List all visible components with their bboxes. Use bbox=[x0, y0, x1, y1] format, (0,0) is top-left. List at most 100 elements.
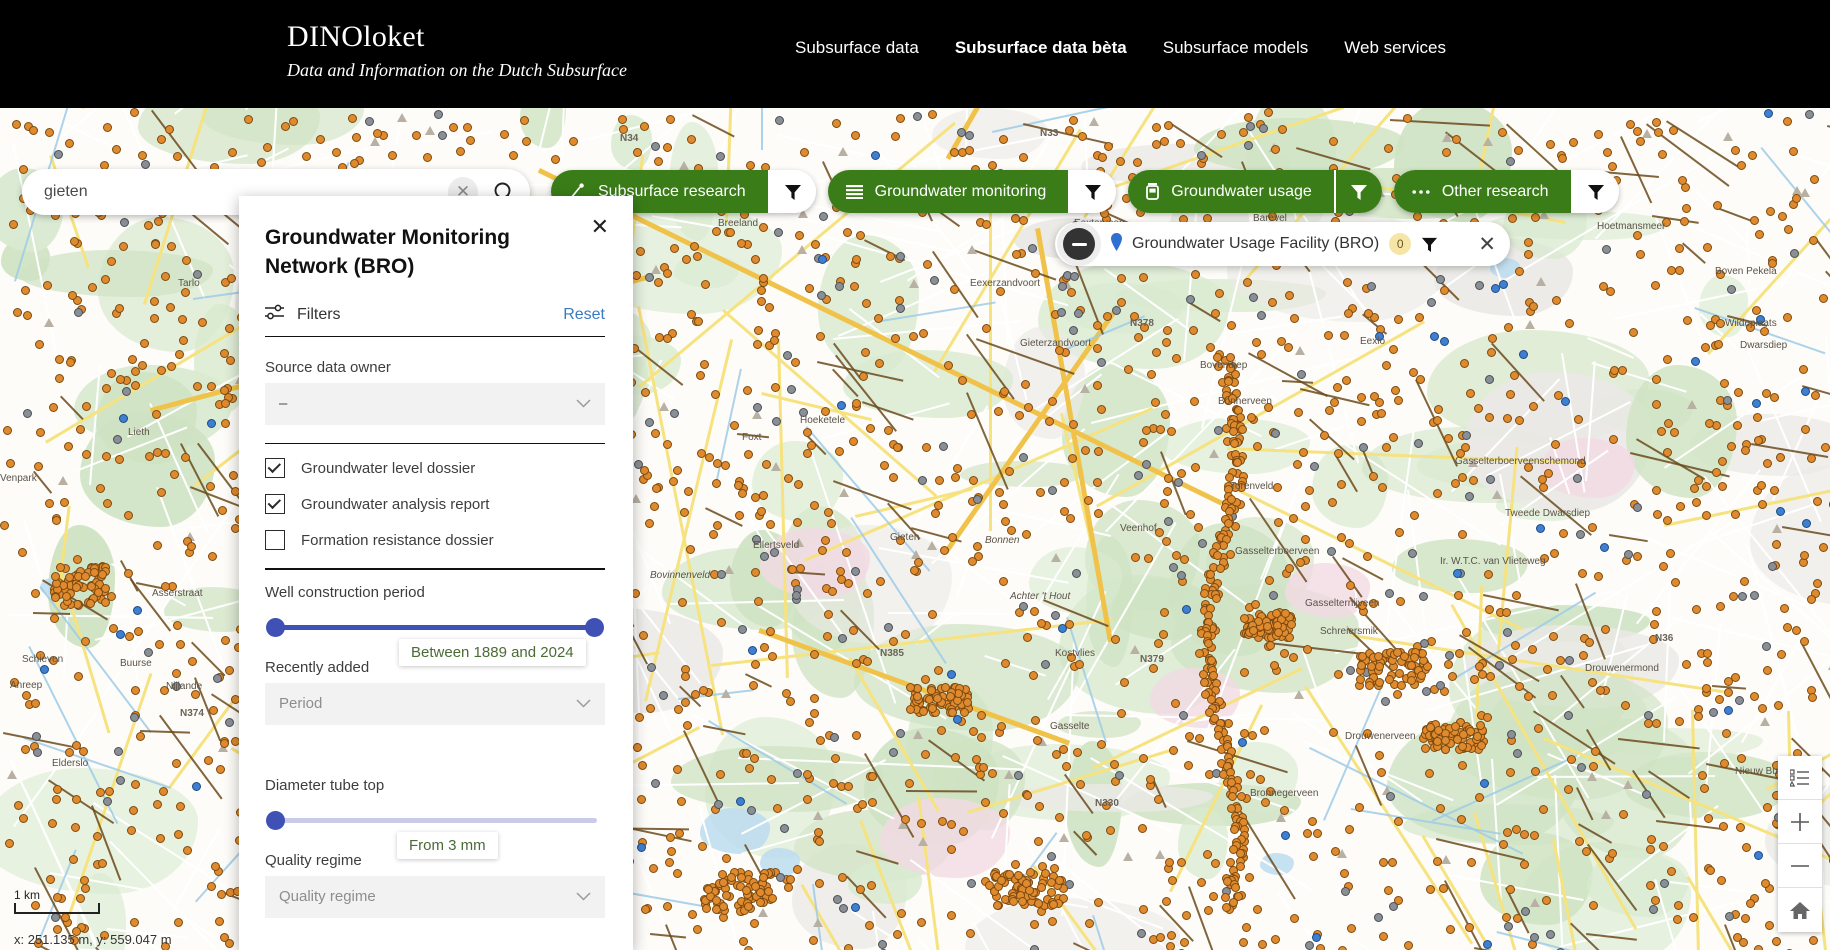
groundwater-monitoring-point bbox=[1504, 323, 1513, 332]
groundwater-monitoring-button[interactable]: Groundwater monitoring bbox=[828, 170, 1069, 213]
diameter-tube-top-slider[interactable]: From 3 mm bbox=[265, 810, 605, 832]
groundwater-monitoring-point bbox=[696, 371, 705, 380]
measurement-marker bbox=[1442, 133, 1452, 142]
groundwater-monitoring-point bbox=[9, 220, 18, 229]
groundwater-monitoring-point bbox=[373, 129, 382, 138]
groundwater-monitoring-point bbox=[1190, 397, 1199, 406]
groundwater-monitoring-point bbox=[1265, 576, 1274, 585]
funnel-icon bbox=[1587, 183, 1605, 201]
groundwater-monitoring-point bbox=[1588, 523, 1597, 532]
groundwater-monitoring-point bbox=[1034, 837, 1043, 846]
map-place-label: Lieth bbox=[128, 427, 150, 438]
groundwater-monitoring-point bbox=[1644, 719, 1653, 728]
zoom-in-button[interactable] bbox=[1778, 800, 1822, 844]
groundwater-monitoring-point bbox=[1652, 400, 1661, 409]
other-research-filter-button[interactable] bbox=[1573, 170, 1619, 213]
subsurface-research-filter-button[interactable] bbox=[770, 170, 816, 213]
groundwater-monitoring-point bbox=[1211, 859, 1220, 868]
quality-regime-select[interactable]: Quality regime bbox=[265, 876, 605, 918]
groundwater-monitoring-point bbox=[1382, 443, 1391, 452]
checkbox-formation-resistance-dossier[interactable]: Formation resistance dossier bbox=[265, 530, 597, 550]
recently-added-select[interactable]: Period bbox=[265, 683, 605, 725]
groundwater-monitoring-point bbox=[1343, 278, 1352, 287]
slider-thumb-min[interactable] bbox=[266, 811, 285, 830]
groundwater-monitoring-point bbox=[1165, 858, 1174, 867]
slider-thumb-min[interactable] bbox=[266, 618, 285, 637]
nav-item-subsurface-data[interactable]: Subsurface data bbox=[795, 38, 919, 58]
minus-circle-icon[interactable] bbox=[1063, 228, 1095, 260]
groundwater-monitoring-point bbox=[1138, 824, 1147, 833]
groundwater-monitoring-point bbox=[709, 530, 718, 539]
map-place-label: Breeland bbox=[718, 218, 758, 229]
panel-close-icon[interactable]: ✕ bbox=[591, 216, 609, 238]
groundwater-monitoring-point bbox=[1416, 375, 1425, 384]
other-research-button[interactable]: Other research bbox=[1394, 170, 1571, 213]
groundwater-monitoring-point bbox=[1363, 552, 1372, 561]
other-research-point bbox=[1385, 589, 1394, 598]
layer-chip-filter-button[interactable] bbox=[1421, 236, 1438, 253]
groundwater-monitoring-point bbox=[1023, 633, 1032, 642]
groundwater-monitoring-point bbox=[906, 683, 915, 692]
groundwater-monitoring-point bbox=[198, 318, 207, 327]
groundwater-monitoring-point bbox=[1530, 831, 1539, 840]
groundwater-monitoring-point bbox=[73, 555, 82, 564]
groundwater-monitoring-point bbox=[130, 108, 139, 117]
groundwater-monitoring-point bbox=[928, 704, 937, 713]
groundwater-monitoring-point bbox=[1384, 144, 1393, 153]
groundwater-monitoring-point bbox=[1066, 514, 1075, 523]
reset-filters-link[interactable]: Reset bbox=[563, 306, 605, 324]
groundwater-usage-button[interactable]: Groundwater usage bbox=[1128, 170, 1334, 213]
groundwater-monitoring-point bbox=[1280, 649, 1289, 658]
map-place-label: Gasselternijveen bbox=[1305, 598, 1379, 609]
measurement-marker bbox=[1723, 132, 1733, 141]
groundwater-usage-point bbox=[1802, 519, 1811, 528]
layer-chip-close-icon[interactable]: ✕ bbox=[1444, 234, 1496, 255]
groundwater-monitoring-point bbox=[1689, 913, 1698, 922]
groundwater-usage-filter-button[interactable] bbox=[1336, 170, 1382, 213]
groundwater-monitoring-point bbox=[1680, 217, 1689, 226]
source-data-owner-select[interactable]: – bbox=[265, 383, 605, 425]
groundwater-monitoring-point bbox=[959, 827, 968, 836]
groundwater-monitoring-point bbox=[633, 148, 642, 157]
zoom-out-button[interactable] bbox=[1778, 844, 1822, 888]
groundwater-monitoring-point bbox=[814, 828, 823, 837]
groundwater-usage-point bbox=[1238, 738, 1247, 747]
checkbox-groundwater-analysis-report[interactable]: Groundwater analysis report bbox=[265, 494, 597, 514]
groundwater-monitoring-point bbox=[1510, 371, 1519, 380]
groundwater-monitoring-point bbox=[153, 800, 162, 809]
other-research-point bbox=[645, 273, 654, 282]
groundwater-monitoring-point bbox=[893, 930, 902, 939]
groundwater-monitoring-point bbox=[316, 135, 325, 144]
groundwater-monitoring-point bbox=[649, 864, 658, 873]
nav-item-subsurface-data-beta[interactable]: Subsurface data bèta bbox=[955, 38, 1127, 58]
groundwater-monitoring-point bbox=[988, 769, 997, 778]
well-construction-period-slider[interactable]: Between 1889 and 2024 bbox=[265, 617, 605, 639]
legend-button[interactable] bbox=[1778, 756, 1822, 800]
nav-item-subsurface-models[interactable]: Subsurface models bbox=[1163, 38, 1309, 58]
groundwater-monitoring-point bbox=[1716, 319, 1725, 328]
groundwater-monitoring-point bbox=[1059, 745, 1068, 754]
checkbox-groundwater-level-dossier[interactable]: Groundwater level dossier bbox=[265, 458, 597, 478]
groundwater-monitoring-point bbox=[862, 299, 871, 308]
measurement-marker bbox=[1601, 810, 1611, 819]
home-button[interactable] bbox=[1778, 888, 1822, 932]
groundwater-monitoring-filter-button[interactable] bbox=[1070, 170, 1116, 213]
groundwater-monitoring-point bbox=[154, 217, 163, 226]
nav-item-web-services[interactable]: Web services bbox=[1344, 38, 1446, 58]
other-research-point bbox=[651, 779, 660, 788]
groundwater-monitoring-point bbox=[1809, 236, 1818, 245]
groundwater-monitoring-point bbox=[1344, 309, 1353, 318]
other-research-point bbox=[1462, 431, 1471, 440]
groundwater-monitoring-point bbox=[933, 694, 942, 703]
other-research-point bbox=[141, 160, 150, 169]
groundwater-monitoring-point bbox=[1062, 762, 1071, 771]
groundwater-monitoring-point bbox=[12, 120, 21, 129]
groundwater-monitoring-point bbox=[206, 482, 215, 491]
other-research-point bbox=[839, 904, 848, 913]
groundwater-monitoring-point bbox=[950, 148, 959, 157]
groundwater-monitoring-point bbox=[1666, 549, 1675, 558]
slider-thumb-max[interactable] bbox=[585, 618, 604, 637]
other-research-point bbox=[830, 733, 839, 742]
groundwater-monitoring-point bbox=[1539, 483, 1548, 492]
groundwater-monitoring-point bbox=[880, 461, 889, 470]
